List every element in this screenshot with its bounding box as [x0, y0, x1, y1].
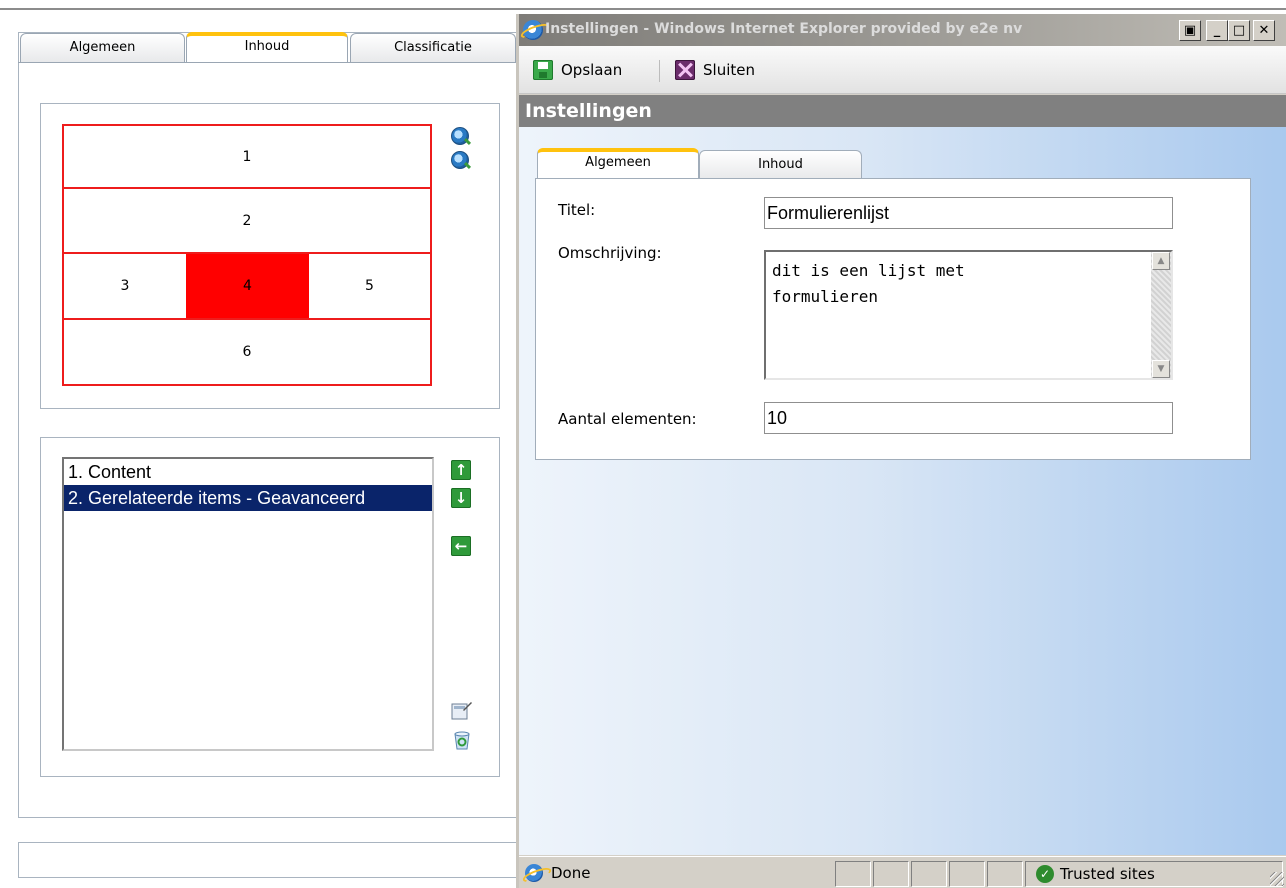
status-pane [949, 861, 985, 887]
page-top-border [0, 0, 1286, 10]
status-text: Done [551, 864, 591, 882]
title-bar[interactable]: Instellingen - Windows Internet Explorer… [519, 14, 1286, 46]
close-x-icon [675, 60, 695, 80]
close-dialog-button[interactable]: Sluiten [675, 58, 755, 82]
layout-cell-6[interactable]: 6 [64, 320, 430, 384]
tab-algemeen[interactable]: Algemeen [537, 148, 699, 181]
zone-text: Trusted sites [1060, 865, 1155, 883]
save-button[interactable]: Opslaan [533, 58, 622, 82]
title-label: Titel: [558, 201, 596, 219]
status-pane [873, 861, 909, 887]
zoom-in-icon[interactable] [451, 127, 469, 145]
cell-label: 4 [243, 278, 252, 294]
zoom-out-icon[interactable] [451, 151, 469, 169]
trusted-check-icon: ✓ [1036, 865, 1054, 883]
list-item[interactable]: 1. Content [64, 459, 432, 485]
minimize-button[interactable]: _ [1206, 20, 1228, 41]
tab-inhoud[interactable]: Inhoud [699, 150, 862, 180]
status-pane [911, 861, 947, 887]
cell-label: 2 [242, 212, 252, 229]
close-label: Sluiten [703, 61, 755, 79]
count-field[interactable]: 10 [764, 402, 1173, 434]
move-up-icon[interactable]: ↑ [451, 460, 471, 480]
status-bar: Done ✓ Trusted sites [519, 856, 1286, 888]
page-title: Instellingen [519, 95, 1286, 127]
cell-label: 6 [242, 344, 252, 360]
layout-cell-3[interactable]: 3 [64, 254, 186, 320]
description-text: dit is een lijst met formulieren [772, 261, 965, 306]
save-disk-icon [533, 60, 553, 80]
recycle-icon[interactable] [451, 730, 473, 750]
title-field[interactable]: Formulierenlijst [764, 197, 1173, 229]
layout-cell-4[interactable]: 4 [186, 254, 309, 320]
list-item[interactable]: 2. Gerelateerde items - Geavanceerd [64, 485, 432, 511]
layout-cell-5[interactable]: 5 [309, 254, 430, 320]
ie-logo-icon [523, 20, 543, 40]
tab-inhoud[interactable]: Inhoud [186, 32, 348, 63]
layout-grid: 1 2 3 4 5 6 [62, 124, 432, 386]
toolbar-separator [659, 60, 660, 82]
textarea-scrollbar[interactable]: ▲ ▼ [1151, 252, 1171, 378]
save-label: Opslaan [561, 61, 623, 79]
move-left-icon[interactable]: ← [451, 536, 471, 556]
tab-underline [18, 62, 518, 63]
count-label: Aantal elementen: [558, 410, 697, 428]
layout-cell-1[interactable]: 1 [64, 126, 430, 189]
tab-classificatie[interactable]: Classificatie [350, 33, 516, 63]
window-title: Instellingen - Windows Internet Explorer… [545, 21, 1023, 37]
restore-button[interactable]: ▣ [1179, 20, 1201, 41]
description-label: Omschrijving: [558, 244, 662, 262]
layout-cell-2[interactable]: 2 [64, 189, 430, 254]
move-down-icon[interactable]: ↓ [451, 488, 471, 508]
status-pane [835, 861, 871, 887]
page-icon [525, 864, 543, 882]
maximize-button[interactable]: □ [1228, 20, 1250, 41]
items-listbox[interactable]: 1. Content 2. Gerelateerde items - Geava… [62, 457, 434, 751]
edit-icon[interactable] [451, 700, 473, 720]
scroll-down-icon[interactable]: ▼ [1152, 360, 1170, 378]
cell-label: 3 [120, 278, 130, 294]
toolbar: Opslaan Sluiten [519, 46, 1286, 94]
dialog-content: Algemeen Inhoud Titel: Formulierenlijst … [519, 127, 1286, 855]
tab-algemeen[interactable]: Algemeen [20, 33, 185, 63]
close-button[interactable]: ✕ [1253, 20, 1275, 41]
cell-label: 1 [242, 148, 252, 165]
popup-window: Instellingen - Windows Internet Explorer… [516, 14, 1286, 888]
status-pane [987, 861, 1023, 887]
resize-grip-icon[interactable] [1270, 872, 1284, 886]
bottom-bar [18, 842, 518, 878]
form-panel: Titel: Formulierenlijst Omschrijving: di… [535, 178, 1251, 460]
description-textarea[interactable]: dit is een lijst met formulieren ▲ ▼ [764, 250, 1173, 380]
scroll-up-icon[interactable]: ▲ [1152, 252, 1170, 270]
security-zone-pane[interactable]: ✓ Trusted sites [1025, 861, 1283, 887]
cell-label: 5 [365, 278, 374, 294]
